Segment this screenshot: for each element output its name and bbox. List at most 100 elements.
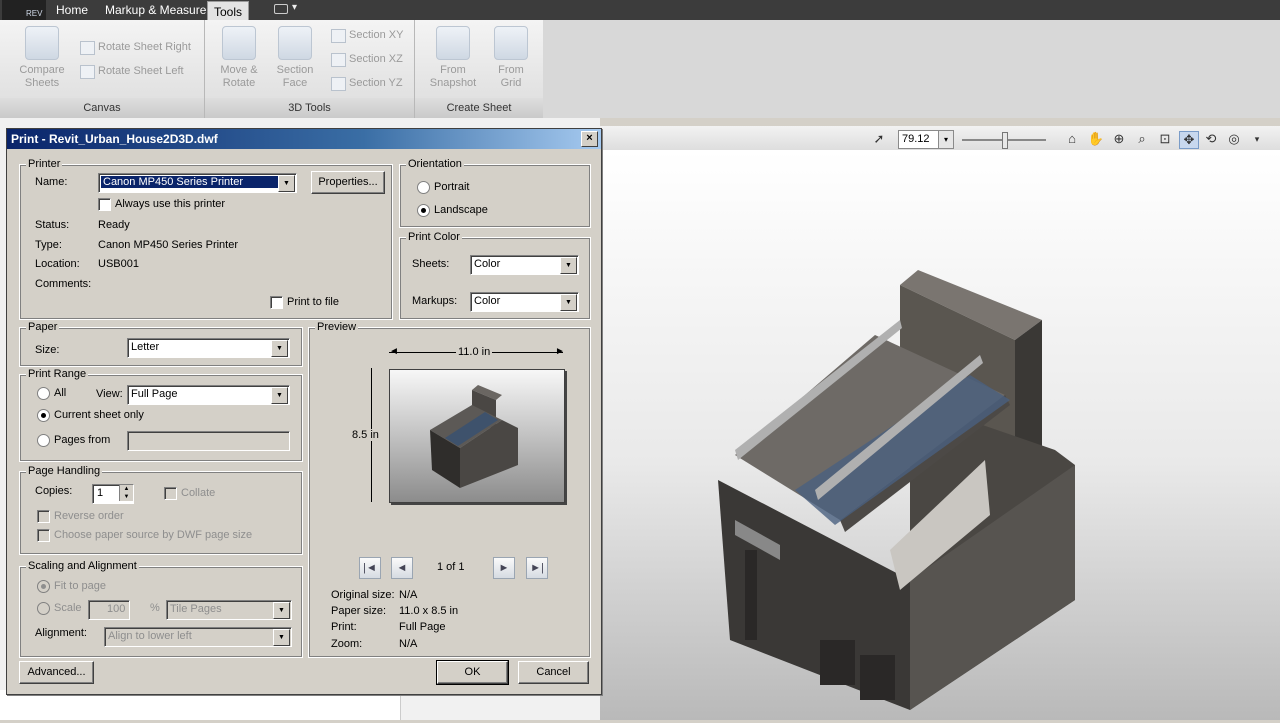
arrow-left-icon: ◄: [389, 346, 399, 357]
chevron-down-icon: ▼: [271, 340, 288, 357]
paper-size-select[interactable]: Letter ▼: [127, 338, 290, 358]
section-xy-icon: [331, 29, 346, 43]
print-to-file-checkbox[interactable]: [270, 296, 283, 309]
pan-icon[interactable]: ✋: [1087, 131, 1105, 147]
from-snapshot-button[interactable]: From Snapshot: [425, 26, 481, 90]
model-viewport[interactable]: [600, 150, 1280, 720]
scale-input[interactable]: 100: [88, 600, 130, 620]
rotate-sheet-left-button[interactable]: Rotate Sheet Left: [78, 62, 184, 80]
camera-icon: [274, 4, 288, 14]
section-xz-icon: [331, 53, 346, 67]
landscape-radio[interactable]: [417, 204, 430, 217]
view-select[interactable]: Full Page ▼: [127, 385, 290, 405]
printer-name-select[interactable]: Canon MP450 Series Printer ▼: [98, 173, 297, 193]
panel-title-canvas: Canvas: [0, 98, 204, 118]
advanced-button[interactable]: Advanced...: [19, 661, 94, 684]
always-use-printer-checkbox[interactable]: [98, 198, 111, 211]
zoom-slider-thumb[interactable]: [1002, 132, 1008, 149]
portrait-radio[interactable]: [417, 181, 430, 194]
chevron-down-icon: ▼: [278, 175, 295, 192]
chevron-down-icon[interactable]: ▾: [1248, 131, 1266, 147]
rotate-left-icon: [80, 65, 95, 79]
camera-icon: [436, 26, 470, 60]
copies-stepper[interactable]: 1 ▲ ▼: [92, 484, 134, 504]
fit-icon[interactable]: ⊡: [1156, 131, 1174, 147]
ribbon-empty-area: [543, 20, 1280, 118]
print-dialog: Print - Revit_Urban_House2D3D.dwf × Prin…: [6, 128, 602, 695]
first-page-button[interactable]: |◄: [359, 557, 381, 579]
dialog-titlebar[interactable]: Print - Revit_Urban_House2D3D.dwf ×: [7, 129, 601, 149]
print-range-group: Print Range All View: Full Page ▼ Curren…: [19, 368, 303, 462]
zoom-combo[interactable]: 79.12 ▾: [898, 130, 954, 149]
ribbon-panel-canvas: Compare Sheets Rotate Sheet Right Rotate…: [0, 20, 205, 118]
chevron-down-icon[interactable]: ▾: [938, 131, 953, 148]
tile-pages-select[interactable]: Tile Pages ▼: [166, 600, 292, 620]
collate-checkbox[interactable]: [164, 487, 177, 500]
section-face-button[interactable]: Section Face: [267, 26, 323, 90]
scaling-alignment-group: Scaling and Alignment Fit to page Scale …: [19, 560, 303, 658]
properties-button[interactable]: Properties...: [311, 171, 385, 194]
app-logo[interactable]: REV: [2, 0, 46, 20]
markups-color-select[interactable]: Color ▼: [470, 292, 579, 312]
section-face-icon: [278, 26, 312, 60]
reverse-order-checkbox[interactable]: [37, 510, 50, 523]
from-grid-button[interactable]: From Grid: [483, 26, 539, 90]
next-page-button[interactable]: ►: [493, 557, 515, 579]
pages-from-radio[interactable]: [37, 434, 50, 447]
print-preview-image: [389, 369, 565, 503]
move-rotate-button[interactable]: Move & Rotate: [211, 26, 267, 90]
paper-source-checkbox[interactable]: [37, 529, 50, 542]
current-sheet-radio[interactable]: [37, 409, 50, 422]
section-xy-button[interactable]: Section XY: [329, 26, 403, 44]
stepper-arrows-icon[interactable]: ▲ ▼: [119, 485, 133, 501]
compare-sheets-icon: [25, 26, 59, 60]
panel-title-3d-tools: 3D Tools: [205, 98, 414, 118]
menu-bar: REV Home Markup & Measure Tools ▾: [0, 0, 1280, 21]
pages-from-input[interactable]: [127, 431, 290, 451]
previous-page-button[interactable]: ◄: [391, 557, 413, 579]
building-model: [718, 270, 1075, 710]
chevron-down-icon: ▼: [273, 629, 290, 646]
fit-to-page-radio[interactable]: [37, 580, 50, 593]
home-icon[interactable]: ⌂: [1063, 131, 1081, 147]
close-icon: ×: [586, 132, 593, 144]
last-page-button[interactable]: ►|: [526, 557, 548, 579]
section-yz-button[interactable]: Section YZ: [329, 74, 403, 92]
ribbon-panel-3d-tools: Move & Rotate Section Face Section XY Se…: [205, 20, 415, 118]
compare-sheets-button[interactable]: Compare Sheets: [14, 26, 70, 90]
tab-markup-measure[interactable]: Markup & Measure: [99, 0, 212, 20]
page-handling-group: Page Handling Copies: 1 ▲ ▼ Collate Rever…: [19, 465, 303, 555]
pointer-icon[interactable]: ➚: [870, 131, 888, 147]
chevron-down-icon: ▼: [271, 387, 288, 404]
section-xz-button[interactable]: Section XZ: [329, 50, 403, 68]
zoom-window-icon[interactable]: ⌕: [1133, 131, 1151, 147]
move-rotate-icon: [222, 26, 256, 60]
ribbon: Compare Sheets Rotate Sheet Right Rotate…: [0, 20, 543, 119]
range-all-radio[interactable]: [37, 387, 50, 400]
quick-access-dropdown[interactable]: ▾: [268, 2, 302, 17]
view-cube-icon[interactable]: ◎: [1225, 131, 1243, 147]
scale-radio[interactable]: [37, 602, 50, 615]
tab-tools[interactable]: Tools: [207, 1, 250, 21]
orbit-icon[interactable]: ✥: [1179, 131, 1199, 149]
zoom-slider[interactable]: [962, 132, 1046, 149]
dialog-title: Print - Revit_Urban_House2D3D.dwf: [11, 132, 218, 146]
chevron-down-icon: ▼: [560, 257, 577, 274]
ribbon-panel-create-sheet: From Snapshot From Grid Create Sheet: [415, 20, 543, 118]
rotate-sheet-right-button[interactable]: Rotate Sheet Right: [78, 38, 191, 56]
sheets-color-select[interactable]: Color ▼: [470, 255, 579, 275]
chevron-down-icon: ▼: [273, 602, 290, 619]
alignment-select[interactable]: Align to lower left ▼: [104, 627, 292, 647]
ok-button[interactable]: OK: [436, 660, 509, 685]
arrow-right-icon: ►: [555, 346, 565, 357]
orientation-group: Orientation Portrait Landscape: [399, 158, 591, 228]
close-button[interactable]: ×: [581, 131, 598, 147]
printer-location: USB001: [98, 258, 139, 270]
printer-type: Canon MP450 Series Printer: [98, 239, 239, 251]
paper-group: Paper Size: Letter ▼: [19, 321, 303, 367]
printer-status: Ready: [98, 219, 130, 231]
cancel-button[interactable]: Cancel: [518, 661, 589, 684]
walk-icon[interactable]: ⟲: [1202, 131, 1220, 147]
zoom-icon[interactable]: ⊕: [1110, 131, 1128, 147]
tab-home[interactable]: Home: [50, 0, 94, 20]
